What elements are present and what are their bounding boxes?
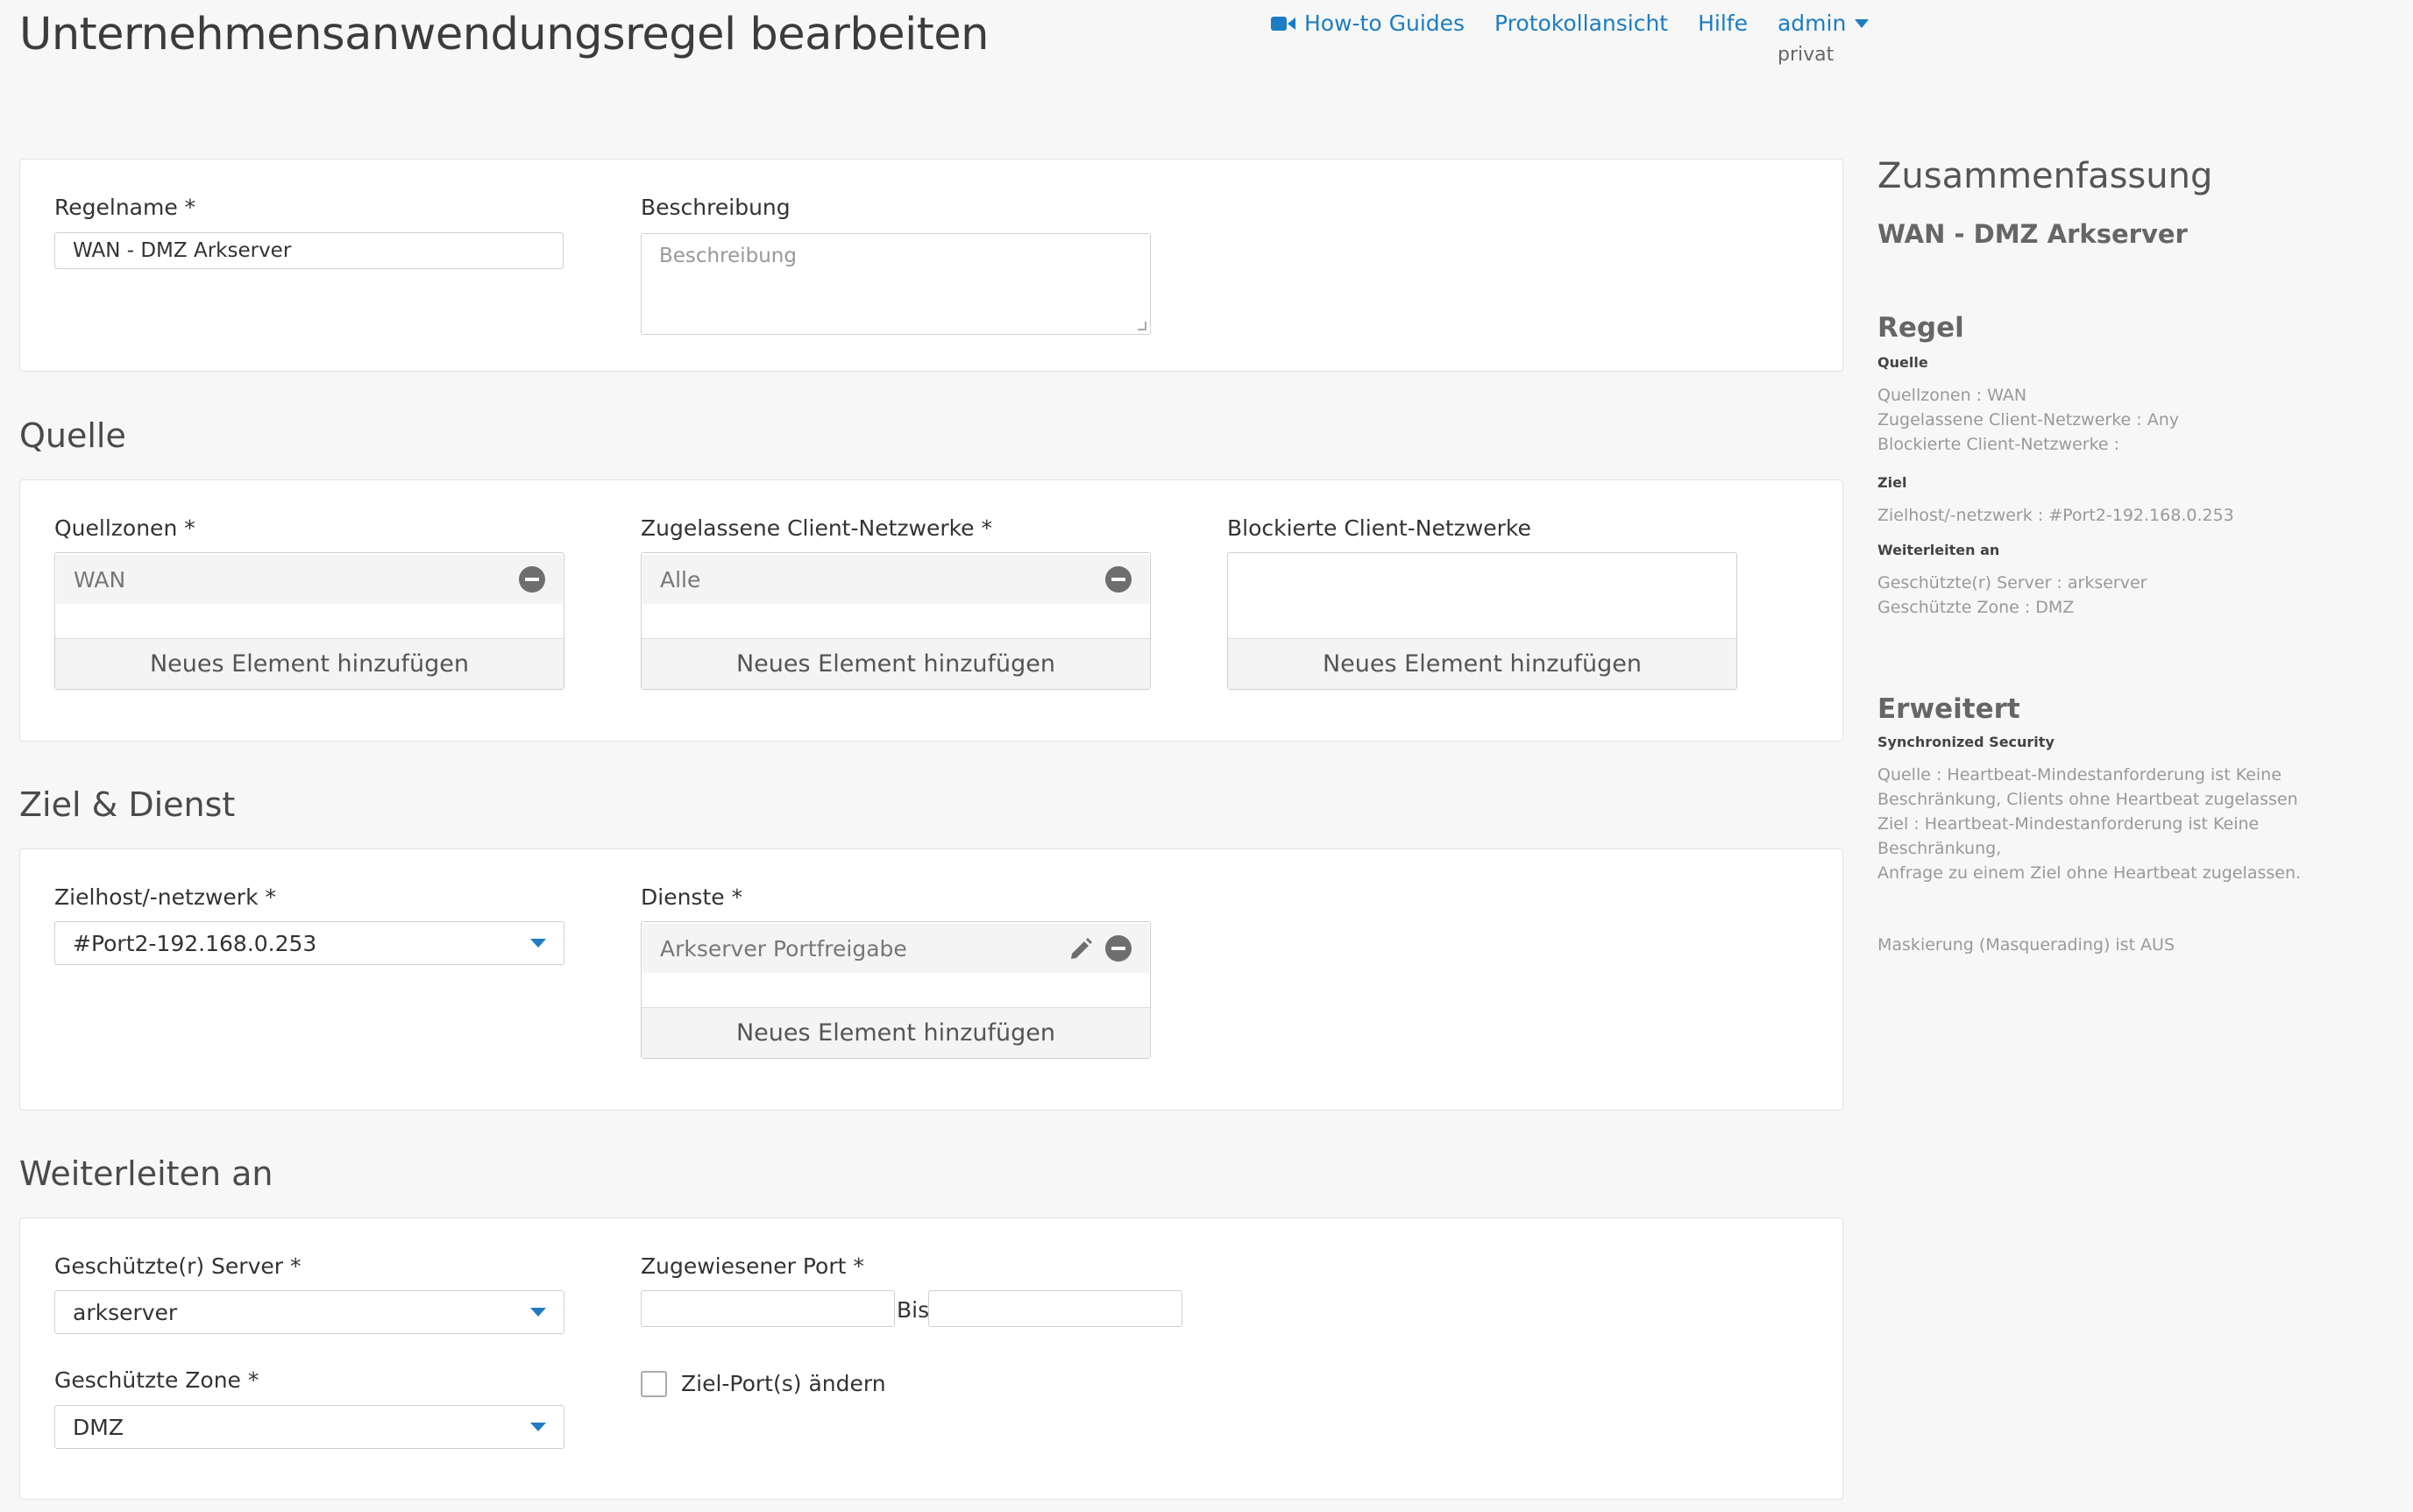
howto-guides-label: How-to Guides — [1304, 11, 1466, 36]
list-item: Alle — [642, 555, 1149, 604]
remove-icon[interactable] — [1105, 566, 1132, 593]
dropdown-arrow-icon — [530, 1308, 546, 1317]
summary-line: Anfrage zu einem Ziel ohne Heartbeat zug… — [1877, 863, 2302, 883]
remove-icon[interactable] — [1105, 935, 1132, 962]
change-port-checkbox[interactable] — [641, 1371, 667, 1397]
protected-server-select[interactable]: arkserver — [54, 1290, 564, 1334]
allowed-network-item-label: Alle — [660, 566, 701, 593]
services-label: Dienste * — [641, 884, 743, 910]
summary-line: Ziel : Heartbeat-Mindestanforderung ist … — [1877, 814, 2260, 858]
protected-zone-value: DMZ — [73, 1414, 124, 1440]
summary-rule-heading: Regel — [1877, 312, 1964, 344]
mapped-port-to-input[interactable] — [928, 1290, 1182, 1327]
service-item-actions — [1067, 934, 1132, 962]
summary-line: Quelle : Heartbeat-Mindestanforderung is… — [1877, 765, 2282, 784]
howto-guides-link[interactable]: How-to Guides — [1271, 11, 1465, 36]
services-list: Arkserver Portfreigabe Neues Element hin… — [641, 921, 1151, 1059]
summary-line: Zugelassene Client-Netzwerke : Any — [1877, 410, 2179, 429]
page-title: Unternehmensanwendungsregel bearbeiten — [19, 9, 989, 60]
top-navigation: How-to Guides Protokollansicht Hilfe adm… — [1271, 11, 1870, 36]
summary-advanced-heading: Erweitert — [1877, 693, 2020, 725]
summary-line: Geschützte Zone : DMZ — [1877, 598, 2075, 617]
description-textarea[interactable]: Beschreibung — [641, 233, 1151, 335]
protected-zone-label: Geschützte Zone * — [54, 1367, 259, 1393]
summary-source-lines: Quellzonen : WAN Zugelassene Client-Netz… — [1877, 383, 2368, 457]
rule-name-input[interactable]: WAN - DMZ Arkserver — [54, 232, 564, 269]
dropdown-arrow-icon — [530, 1423, 546, 1431]
summary-panel: Zusammenfassung WAN - DMZ Arkserver Rege… — [1877, 156, 2368, 957]
user-name: admin — [1777, 11, 1847, 36]
summary-line: Blockierte Client-Netzwerke : — [1877, 435, 2120, 454]
rule-name-value: WAN - DMZ Arkserver — [73, 239, 292, 262]
add-element-button[interactable]: Neues Element hinzufügen — [55, 638, 564, 689]
description-placeholder: Beschreibung — [659, 245, 797, 267]
add-element-button[interactable]: Neues Element hinzufügen — [642, 638, 1150, 689]
change-port-label[interactable]: Ziel-Port(s) ändern — [681, 1371, 886, 1396]
summary-sync-subheading: Synchronized Security — [1877, 734, 2055, 750]
source-card: Quellzonen * WAN Neues Element hinzufüge… — [19, 479, 1843, 742]
source-section-title: Quelle — [19, 416, 126, 455]
port-to-label: Bis — [897, 1297, 930, 1323]
pencil-icon[interactable] — [1067, 934, 1095, 962]
rule-name-label: Regelname * — [54, 195, 196, 220]
summary-line: Quellzonen : WAN — [1877, 386, 2027, 405]
source-zones-list: WAN Neues Element hinzufügen — [54, 552, 564, 690]
source-zone-item-label: WAN — [74, 566, 126, 593]
summary-sync-lines: Quelle : Heartbeat-Mindestanforderung is… — [1877, 763, 2368, 885]
general-card: Regelname * WAN - DMZ Arkserver Beschrei… — [19, 159, 1843, 372]
description-label: Beschreibung — [641, 195, 791, 220]
caret-down-icon — [1855, 18, 1870, 28]
forward-section-title: Weiterleiten an — [19, 1154, 273, 1193]
summary-forward-subheading: Weiterleiten an — [1877, 542, 2000, 558]
video-camera-icon — [1271, 16, 1295, 31]
summary-line: Zielhost/-netzwerk : #Port2-192.168.0.25… — [1877, 506, 2234, 525]
dropdown-arrow-icon — [530, 939, 546, 948]
source-zones-label: Quellzonen * — [54, 515, 195, 541]
user-menu[interactable]: admin — [1777, 11, 1870, 36]
summary-forward-lines: Geschützte(r) Server : arkserver Geschüt… — [1877, 571, 2368, 620]
allowed-networks-list: Alle Neues Element hinzufügen — [641, 552, 1151, 690]
summary-rule-name: WAN - DMZ Arkserver — [1877, 219, 2188, 249]
log-view-link[interactable]: Protokollansicht — [1494, 11, 1668, 36]
mapped-port-label: Zugewiesener Port * — [641, 1253, 864, 1279]
remove-icon[interactable] — [519, 566, 545, 593]
summary-source-subheading: Quelle — [1877, 354, 1928, 371]
blocked-networks-list: Neues Element hinzufügen — [1227, 552, 1737, 690]
destination-section-title: Ziel & Dienst — [19, 785, 236, 824]
service-item-label: Arkserver Portfreigabe — [660, 935, 907, 962]
list-item: Arkserver Portfreigabe — [642, 924, 1149, 973]
destination-host-label: Zielhost/-netzwerk * — [54, 884, 276, 910]
destination-host-select[interactable]: #Port2-192.168.0.253 — [54, 921, 564, 965]
forward-card: Geschützte(r) Server * arkserver Geschüt… — [19, 1217, 1843, 1500]
summary-masquerading-line: Maskierung (Masquerading) ist AUS — [1877, 935, 2175, 955]
list-item: WAN — [56, 555, 563, 604]
destination-card: Zielhost/-netzwerk * #Port2-192.168.0.25… — [19, 848, 1843, 1111]
blocked-networks-label: Blockierte Client-Netzwerke — [1227, 515, 1531, 541]
protected-server-label: Geschützte(r) Server * — [54, 1253, 302, 1279]
summary-line: Geschützte(r) Server : arkserver — [1877, 573, 2147, 593]
tenant-label: privat — [1778, 44, 1835, 66]
add-element-button[interactable]: Neues Element hinzufügen — [642, 1007, 1150, 1058]
allowed-networks-label: Zugelassene Client-Netzwerke * — [641, 515, 993, 541]
summary-title: Zusammenfassung — [1877, 156, 2213, 196]
destination-host-value: #Port2-192.168.0.253 — [73, 930, 317, 956]
help-link[interactable]: Hilfe — [1698, 11, 1748, 36]
protected-server-value: arkserver — [73, 1299, 178, 1325]
resize-grip-icon[interactable] — [1138, 322, 1146, 330]
protected-zone-select[interactable]: DMZ — [54, 1405, 564, 1449]
add-element-button[interactable]: Neues Element hinzufügen — [1228, 638, 1736, 689]
mapped-port-from-input[interactable] — [641, 1290, 895, 1327]
summary-line: Beschränkung, Clients ohne Heartbeat zug… — [1877, 790, 2298, 809]
summary-destination-subheading: Ziel — [1877, 474, 1907, 491]
